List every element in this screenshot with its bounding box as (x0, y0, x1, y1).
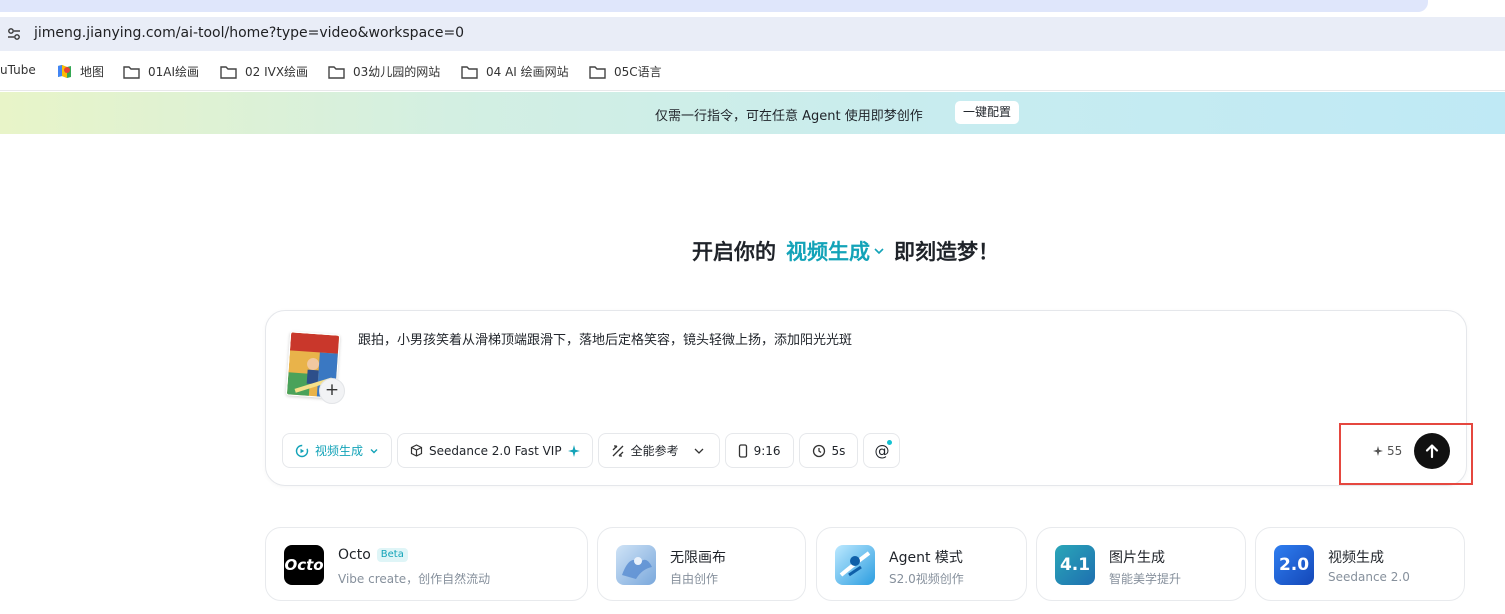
agent-icon (835, 545, 875, 585)
bookmarks-bar: uTube 地图 01AI绘画 02 IVX绘画 03幼儿园的网站 04 AI … (0, 53, 1505, 91)
feature-card-canvas[interactable]: 无限画布 自由创作 (597, 527, 806, 601)
feature-title: 视频生成 (1328, 550, 1384, 566)
bookmark-label: 02 IVX绘画 (245, 65, 309, 79)
reference-icon (612, 444, 624, 457)
phone-portrait-icon (738, 443, 747, 458)
bookmark-maps[interactable]: 地图 (57, 63, 104, 80)
active-tab[interactable] (0, 0, 1428, 12)
feature-card-image[interactable]: 4.1 图片生成 智能美学提升 (1036, 527, 1246, 601)
heading-prefix: 开启你的 (692, 240, 776, 264)
aspect-ratio-label: 9:16 (753, 443, 781, 458)
sparkle-icon (567, 444, 580, 457)
feature-title-text: Octo (338, 547, 371, 563)
bookmark-label: 地图 (80, 65, 105, 79)
bookmark-youtube[interactable]: uTube (0, 63, 36, 77)
video-generation-icon (295, 444, 309, 457)
cube-icon (410, 444, 423, 457)
bookmark-label: 05C语言 (614, 65, 662, 79)
duration-chip[interactable]: 5s (798, 433, 859, 468)
canvas-icon (616, 545, 656, 585)
mode-chip-label: 视频生成 (315, 444, 364, 458)
bookmark-label: 04 AI 绘画网站 (486, 65, 569, 79)
feature-subtitle: Vibe create，创作自然流动 (338, 572, 491, 586)
clock-icon (812, 444, 825, 457)
folder-icon (589, 65, 606, 79)
composer-toolbar: 视频生成 Seedance 2.0 Fast VIP 全能参考 9:16 5s (282, 433, 901, 468)
feature-title: 无限画布 (670, 550, 726, 566)
mode-selector[interactable]: 视频生成 (786, 236, 885, 266)
browser-tab-strip (0, 0, 1505, 16)
model-chip-label: Seedance 2.0 Fast VIP (429, 443, 562, 458)
folder-icon (461, 65, 478, 79)
prompt-input[interactable]: 跟拍，小男孩笑着从滑梯顶端跟滑下，落地后定格笑容，镜头轻微上扬，添加阳光光斑 (358, 329, 852, 348)
aspect-ratio-chip[interactable]: 9:16 (724, 433, 794, 468)
chevron-down-icon (874, 248, 884, 255)
mode-label: 视频生成 (786, 240, 870, 264)
maps-icon (58, 65, 71, 78)
feature-title: Agent 模式 (889, 550, 963, 566)
feature-subtitle: Seedance 2.0 (1328, 570, 1410, 584)
feature-card-agent[interactable]: Agent 模式 S2.0视频创作 (816, 527, 1027, 601)
banner-text: 仅需一行指令，可在任意 Agent 使用即梦创作 (655, 109, 923, 124)
prompt-composer: + 跟拍，小男孩笑着从滑梯顶端跟滑下，落地后定格笑容，镜头轻微上扬，添加阳光光斑… (265, 310, 1467, 486)
feature-card-octo[interactable]: Octo Octo Beta Vibe create，创作自然流动 (265, 527, 588, 601)
bookmark-label: 03幼儿园的网站 (353, 65, 441, 79)
bookmark-folder-02[interactable]: 02 IVX绘画 (220, 63, 308, 80)
feature-subtitle: 智能美学提升 (1109, 572, 1182, 586)
site-settings-icon[interactable] (6, 26, 22, 42)
bookmark-folder-01[interactable]: 01AI绘画 (123, 63, 199, 80)
one-click-config-button[interactable]: 一键配置 (955, 101, 1019, 124)
duration-label: 5s (831, 443, 846, 458)
feature-card-video[interactable]: 2.0 视频生成 Seedance 2.0 (1255, 527, 1465, 601)
feature-subtitle: S2.0视频创作 (889, 572, 964, 586)
feature-subtitle: 自由创作 (670, 572, 719, 586)
reference-chip-label: 全能参考 (630, 444, 679, 458)
highlight-box (1339, 423, 1473, 485)
bookmark-folder-05[interactable]: 05C语言 (589, 63, 662, 80)
address-bar[interactable]: jimeng.jianying.com/ai-tool/home?type=vi… (0, 17, 1505, 51)
announcement-banner: 仅需一行指令，可在任意 Agent 使用即梦创作 一键配置 (0, 92, 1505, 134)
beta-badge: Beta (376, 548, 408, 562)
octo-logo-icon: Octo (284, 545, 324, 585)
feature-title: Octo Beta (338, 547, 408, 563)
bookmark-label: 01AI绘画 (148, 65, 200, 79)
folder-icon (328, 65, 345, 79)
model-chip[interactable]: Seedance 2.0 Fast VIP (397, 433, 593, 468)
bookmark-folder-04[interactable]: 04 AI 绘画网站 (461, 63, 569, 80)
notification-dot (887, 440, 893, 445)
chevron-down-icon (694, 448, 704, 454)
url-text[interactable]: jimeng.jianying.com/ai-tool/home?type=vi… (34, 25, 464, 41)
bookmark-label: uTube (0, 63, 36, 77)
reference-chip[interactable]: 全能参考 (597, 433, 720, 468)
feature-title: 图片生成 (1109, 550, 1165, 566)
heading-suffix: 即刻造梦！ (894, 240, 999, 264)
chevron-down-icon (370, 448, 378, 453)
image-gen-icon: 4.1 (1055, 545, 1095, 585)
page-heading: 开启你的 视频生成 即刻造梦！ (692, 236, 999, 266)
folder-icon (220, 65, 237, 79)
add-reference-button[interactable]: + (319, 378, 345, 404)
video-gen-icon: 2.0 (1274, 545, 1314, 585)
folder-icon (123, 65, 140, 79)
bookmark-folder-03[interactable]: 03幼儿园的网站 (328, 63, 440, 80)
mention-chip[interactable]: @ (863, 433, 901, 468)
mode-chip[interactable]: 视频生成 (282, 433, 393, 468)
